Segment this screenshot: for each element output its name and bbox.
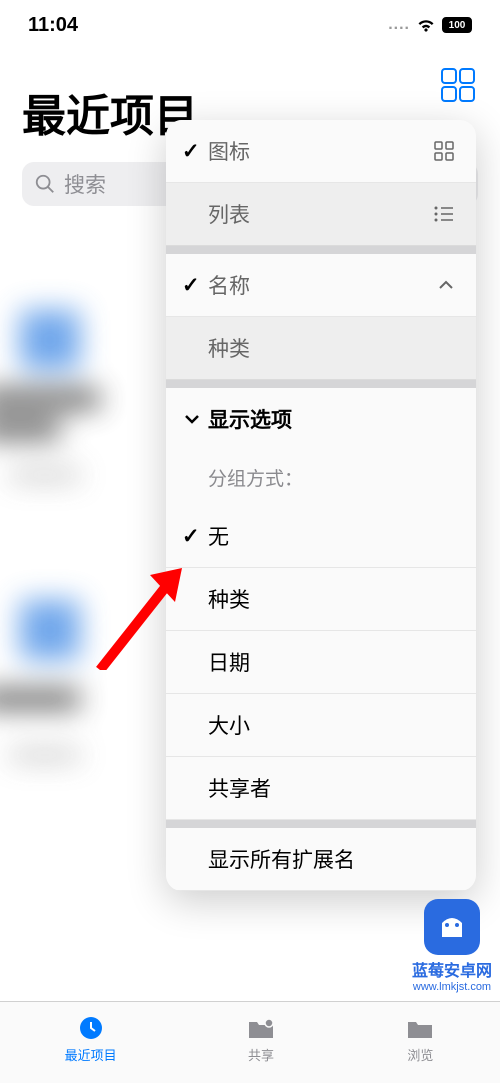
folder-icon xyxy=(405,1014,435,1042)
folder-shared-icon xyxy=(246,1014,276,1042)
menu-sort-name[interactable]: ✓ 名称 xyxy=(166,254,476,317)
tab-shared[interactable]: 共享 xyxy=(246,1014,276,1064)
menu-sort-kind[interactable]: 种类 xyxy=(166,317,476,380)
watermark-url: www.lmkjst.com xyxy=(413,981,491,993)
menu-group-kind[interactable]: 种类 xyxy=(166,568,476,631)
menu-group-sharedby[interactable]: 共享者 xyxy=(166,757,476,820)
android-icon xyxy=(434,909,470,945)
menu-group-size[interactable]: 大小 xyxy=(166,694,476,757)
check-icon: ✓ xyxy=(182,139,208,164)
search-icon xyxy=(34,173,56,195)
menu-separator xyxy=(166,246,476,254)
menu-view-list[interactable]: 列表 xyxy=(166,183,476,246)
list-icon xyxy=(432,202,456,226)
menu-separator xyxy=(166,820,476,828)
watermark-logo xyxy=(424,899,480,955)
menu-group-date[interactable]: 日期 xyxy=(166,631,476,694)
chevron-up-icon xyxy=(436,280,456,290)
tab-bar: 最近项目 共享 浏览 xyxy=(0,1001,500,1083)
menu-show-extensions[interactable]: 显示所有扩展名 xyxy=(166,828,476,891)
menu-view-icon[interactable]: ✓ 图标 xyxy=(166,120,476,183)
menu-display-options-header[interactable]: 显示选项 xyxy=(166,388,476,450)
status-time: 11:04 xyxy=(28,14,78,37)
check-icon: ✓ xyxy=(182,524,208,549)
cellular-dots: .... xyxy=(388,16,410,34)
view-grid-button[interactable] xyxy=(438,65,478,105)
group-by-label: 分组方式： xyxy=(166,450,476,505)
grid-icon xyxy=(438,65,478,105)
status-indicators: .... 100 xyxy=(388,15,472,35)
battery-icon: 100 xyxy=(442,17,472,33)
tab-browse[interactable]: 浏览 xyxy=(405,1014,435,1064)
chevron-down-icon xyxy=(182,414,202,424)
watermark: 蓝莓安卓网 www.lmkjst.com xyxy=(412,899,492,993)
watermark-name: 蓝莓安卓网 xyxy=(412,957,492,981)
clock-icon xyxy=(76,1014,106,1042)
search-placeholder: 搜索 xyxy=(64,169,106,199)
wifi-icon xyxy=(416,15,436,35)
menu-separator xyxy=(166,380,476,388)
check-icon: ✓ xyxy=(182,273,208,298)
grid-small-icon xyxy=(432,139,456,163)
options-menu: ✓ 图标 列表 ✓ 名称 种类 显示选项 分组方式： ✓ 无 种类 日期 大小 xyxy=(166,120,476,891)
tab-recents[interactable]: 最近项目 xyxy=(65,1014,117,1064)
menu-group-none[interactable]: ✓ 无 xyxy=(166,505,476,568)
status-bar: 11:04 .... 100 xyxy=(0,0,500,50)
